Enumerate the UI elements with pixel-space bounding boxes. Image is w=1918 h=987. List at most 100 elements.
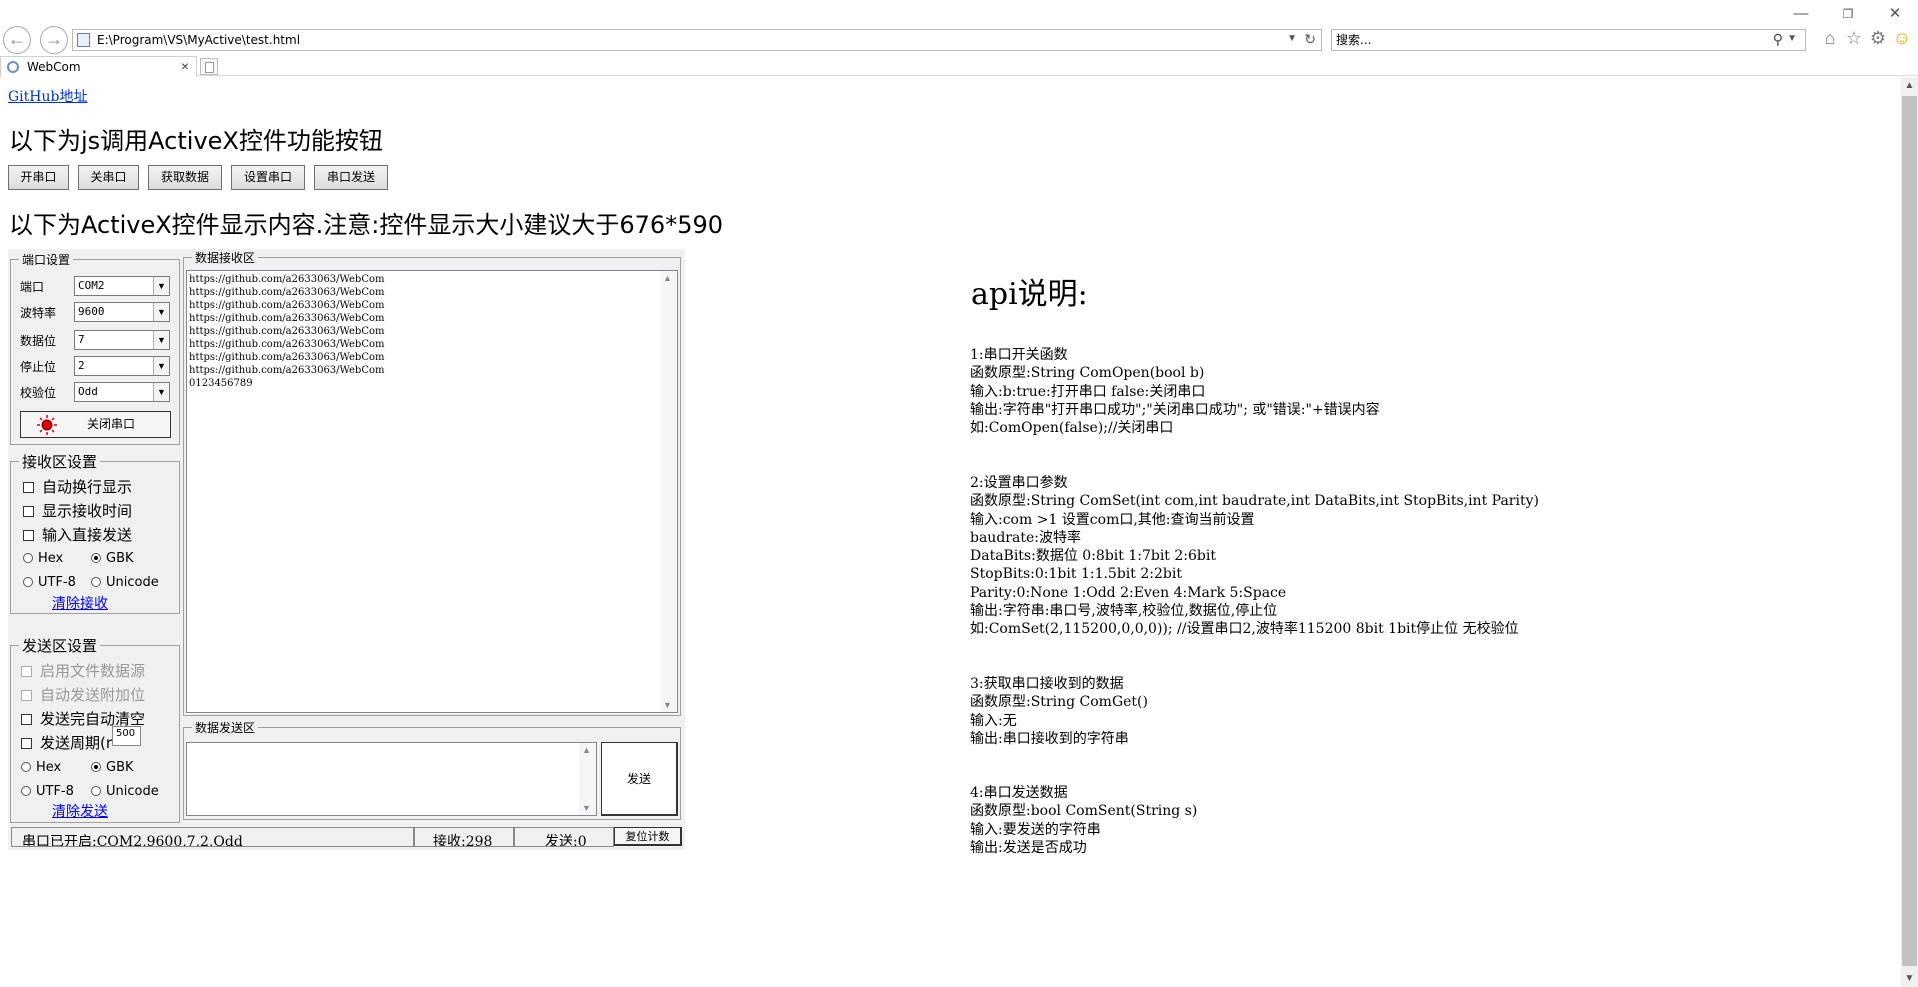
send-textarea[interactable]: ▲ ▼	[186, 742, 597, 816]
home-icon[interactable]: ⌂	[1820, 28, 1840, 48]
api-line: 输入:要发送的字符串	[970, 821, 1101, 838]
receive-scrollbar[interactable]: ▲ ▼	[660, 271, 677, 712]
databits-select[interactable]: 7 ▼	[74, 330, 170, 350]
chevron-down-icon[interactable]: ▼	[153, 357, 169, 375]
receive-line: https://github.com/a2633063/WebCom	[189, 313, 385, 324]
stopbits-label: 停止位	[20, 360, 57, 374]
github-link[interactable]: GitHub地址	[8, 86, 87, 106]
send-period-checkbox[interactable]: 发送周期(r	[21, 732, 112, 753]
tx-unicode-radio[interactable]: Unicode	[91, 784, 159, 799]
page-scrollbar[interactable]: ▲ ▼	[1901, 77, 1918, 987]
receive-line: https://github.com/a2633063/WebCom	[189, 352, 385, 363]
tab-webcom[interactable]: WebCom ×	[0, 56, 197, 77]
parity-select[interactable]: Odd ▼	[74, 382, 170, 402]
tx-utf8-radio[interactable]: UTF-8	[21, 784, 74, 799]
receive-line: 0123456789	[189, 378, 253, 389]
direct-send-checkbox[interactable]: 输入直接发送	[23, 524, 132, 545]
activex-control: 端口设置 端口 COM2 ▼ 波特率 9600 ▼ 数据位 7 ▼ 停止位 2 …	[8, 249, 685, 850]
baud-select[interactable]: 9600 ▼	[74, 302, 170, 322]
receive-line: https://github.com/a2633063/WebCom	[189, 287, 385, 298]
scroll-up-icon[interactable]: ▲	[1903, 80, 1916, 91]
baud-value: 9600	[78, 305, 105, 318]
api-line: 输出:串口接收到的字符串	[970, 730, 1129, 747]
scroll-up-icon[interactable]: ▲	[582, 745, 591, 755]
rx-utf8-radio[interactable]: UTF-8	[23, 575, 76, 590]
port-send-button[interactable]: 串口发送	[314, 165, 388, 190]
api-section: 2:设置串口参数 函数原型:String ComSet(int com,int b…	[970, 474, 1539, 639]
set-port-button[interactable]: 设置串口	[231, 165, 305, 190]
api-line: 函数原型:String ComOpen(bool b)	[970, 365, 1205, 382]
rx-hex-radio[interactable]: Hex	[23, 551, 63, 566]
clear-receive-link[interactable]: 清除接收	[52, 593, 108, 613]
radio-label: Hex	[38, 551, 64, 566]
scroll-down-icon[interactable]: ▼	[582, 803, 591, 813]
api-line: DataBits:数据位 0:8bit 1:7bit 2:6bit	[970, 548, 1216, 565]
send-button[interactable]: 发送	[601, 742, 678, 816]
chevron-down-icon[interactable]: ▼	[153, 277, 169, 295]
scroll-down-icon[interactable]: ▼	[663, 700, 672, 710]
file-source-checkbox[interactable]: 启用文件数据源	[21, 660, 145, 681]
api-section: 1:串口开关函数 函数原型:String ComOpen(bool b) 输入:b:…	[970, 346, 1380, 437]
back-icon[interactable]: ←	[3, 26, 31, 54]
address-bar[interactable]: E:\Program\VS\MyActive\test.html ▼ ↻	[72, 29, 1322, 51]
checkbox-label: 启用文件数据源	[40, 662, 146, 680]
reset-count-button[interactable]: 复位计数	[614, 827, 682, 846]
stopbits-select[interactable]: 2 ▼	[74, 356, 170, 376]
chevron-down-icon[interactable]: ▼	[153, 331, 169, 349]
group-title: 发送区设置	[19, 635, 101, 656]
port-select[interactable]: COM2 ▼	[74, 276, 170, 296]
chevron-down-icon[interactable]: ▼	[1287, 33, 1297, 44]
api-line: 如:ComSet(2,115200,0,0,0)); //设置串口2,波特率11…	[970, 621, 1519, 638]
status-indicator-icon	[37, 415, 57, 435]
chevron-down-icon[interactable]: ▼	[153, 383, 169, 401]
smiley-icon[interactable]: ☺	[1892, 28, 1912, 48]
scrollbar-thumb[interactable]	[1902, 96, 1917, 966]
close-window-icon[interactable]: ✕	[1880, 4, 1910, 24]
chevron-down-icon[interactable]: ▼	[1787, 33, 1797, 44]
refresh-icon[interactable]: ↻	[1304, 31, 1316, 48]
heading-buttons: 以下为js调用ActiveX控件功能按钮	[9, 127, 383, 155]
get-data-button[interactable]: 获取数据	[148, 165, 222, 190]
heading-control: 以下为ActiveX控件显示内容.注意:控件显示大小建议大于676*590	[9, 211, 724, 239]
scroll-down-icon[interactable]: ▼	[1903, 973, 1916, 984]
show-time-checkbox[interactable]: 显示接收时间	[23, 500, 132, 521]
api-line: 输入:com >1 设置com口,其他:查询当前设置	[970, 511, 1255, 528]
clear-send-link[interactable]: 清除发送	[52, 801, 108, 821]
rx-unicode-radio[interactable]: Unicode	[91, 575, 159, 590]
new-tab-button[interactable]	[200, 58, 218, 75]
port-settings-group: 端口设置 端口 COM2 ▼ 波特率 9600 ▼ 数据位 7 ▼ 停止位 2 …	[10, 251, 180, 445]
open-port-button[interactable]: 开串口	[8, 165, 69, 190]
tx-hex-radio[interactable]: Hex	[21, 760, 61, 775]
api-line: baudrate:波特率	[970, 529, 1081, 546]
auto-append-checkbox[interactable]: 自动发送附加位	[21, 684, 145, 705]
group-title: 数据发送区	[192, 719, 259, 736]
minimize-icon[interactable]: —	[1786, 4, 1816, 24]
search-box[interactable]: ⚲ ▼	[1331, 29, 1806, 51]
auto-wrap-checkbox[interactable]: 自动换行显示	[23, 476, 132, 497]
receive-textarea[interactable]: https://github.com/a2633063/WebCom https:…	[186, 270, 678, 713]
tx-gbk-radio[interactable]: GBK	[91, 760, 134, 775]
rx-gbk-radio[interactable]: GBK	[91, 551, 134, 566]
restore-icon[interactable]: ❐	[1833, 4, 1863, 24]
toggle-port-button[interactable]: 关闭串口	[20, 411, 171, 438]
search-icon[interactable]: ⚲	[1773, 31, 1783, 48]
radio-label: Unicode	[106, 575, 159, 590]
chevron-down-icon[interactable]: ▼	[153, 303, 169, 321]
receive-line: https://github.com/a2633063/WebCom	[189, 300, 385, 311]
scroll-up-icon[interactable]: ▲	[663, 273, 672, 283]
send-period-input[interactable]: 500	[112, 726, 141, 746]
checkbox-label: 发送周期(r	[40, 734, 113, 752]
search-input[interactable]	[1336, 32, 1736, 48]
api-line: 函数原型:String ComGet()	[970, 694, 1148, 711]
close-port-button[interactable]: 关串口	[78, 165, 139, 190]
api-section-title: 4:串口发送数据	[970, 785, 1068, 801]
gear-icon[interactable]: ⚙	[1868, 28, 1888, 48]
favorites-icon[interactable]: ☆	[1844, 28, 1864, 48]
close-icon[interactable]: ×	[181, 58, 189, 74]
receive-line: https://github.com/a2633063/WebCom	[189, 339, 385, 350]
group-title: 接收区设置	[19, 451, 101, 472]
forward-icon[interactable]: →	[40, 26, 68, 54]
radio-label: GBK	[106, 760, 134, 775]
send-scrollbar[interactable]: ▲ ▼	[579, 743, 596, 815]
address-text[interactable]: E:\Program\VS\MyActive\test.html	[97, 33, 300, 47]
